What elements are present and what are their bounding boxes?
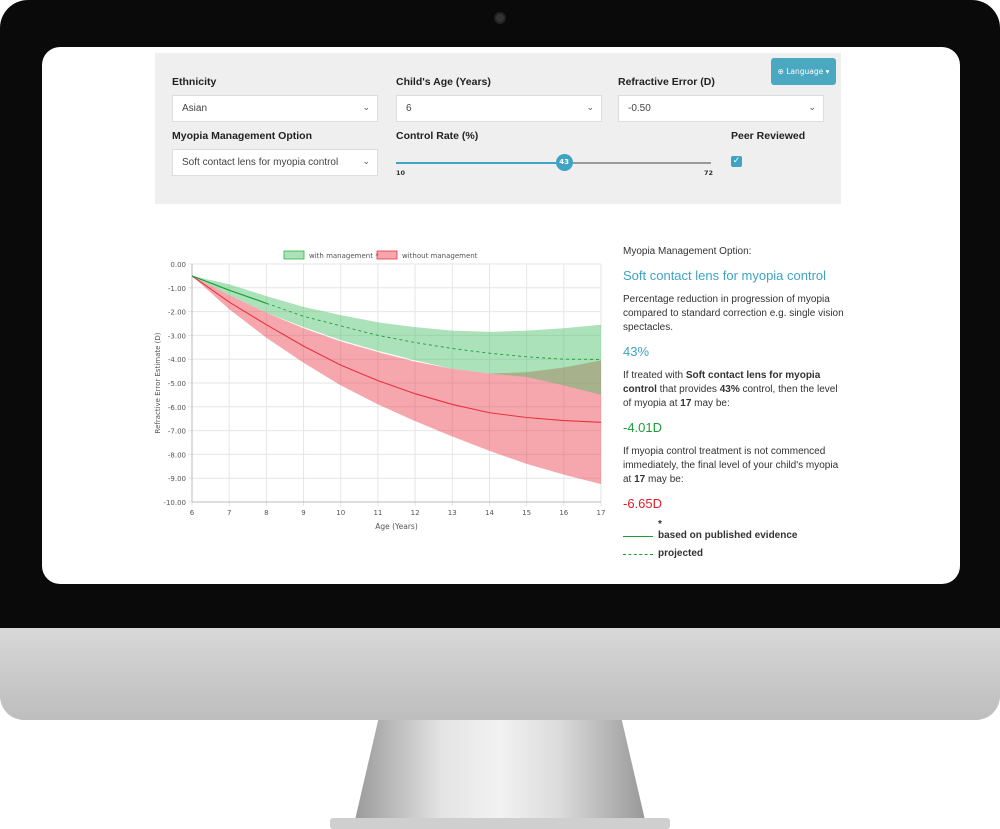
option-label: Myopia Management Option	[172, 130, 313, 142]
x-tick-label: 15	[522, 509, 531, 517]
ethnicity-select[interactable]: Asian ⌄	[172, 95, 378, 122]
y-axis-label: Refractive Error Estimate (D)	[154, 332, 162, 433]
screen: ⊕ Language ▾ Ethnicity Asian ⌄ Child's Ag…	[42, 47, 960, 584]
legend-star: *	[658, 519, 662, 530]
slider-thumb[interactable]: 43	[555, 154, 573, 171]
x-tick-label: 7	[227, 509, 231, 517]
legend-swatch	[376, 250, 398, 260]
age-select[interactable]: 6 ⌄	[396, 95, 602, 122]
monitor-chin	[0, 628, 1000, 720]
y-tick-label: -1.00	[168, 285, 186, 293]
option-description: Percentage reduction in progression of m…	[623, 294, 844, 333]
legend-label: without management	[402, 252, 478, 260]
refractive-label: Refractive Error (D)	[618, 76, 715, 88]
x-axis-label: Age (Years)	[375, 522, 418, 531]
control-rate-value: 43%	[623, 344, 650, 359]
x-tick-label: 11	[373, 509, 382, 517]
x-tick-label: 10	[336, 509, 345, 517]
monitor-stand	[355, 720, 645, 820]
y-tick-label: -10.00	[163, 499, 186, 507]
refraction-chart: 0.00 -1.00 -2.00 -3.00 -4.00 -5.00 -6.00 -7.00 -…	[154, 250, 606, 531]
language-button[interactable]: ⊕ Language ▾	[771, 58, 836, 85]
control-rate-label: Control Rate (%)	[396, 130, 479, 142]
calculator-form: ⊕ Language ▾ Ethnicity Asian ⌄ Child's Ag…	[155, 53, 841, 204]
y-tick-label: -6.00	[168, 404, 186, 412]
x-tick-label: 14	[485, 509, 494, 517]
with-management-text: If treated with Soft contact lens for my…	[623, 370, 838, 409]
option-name: Soft contact lens for myopia control	[623, 268, 827, 283]
x-tick-label: 9	[301, 509, 305, 517]
x-tick-label: 13	[448, 509, 457, 517]
slider-fill	[396, 162, 564, 164]
legend-swatch	[283, 250, 305, 260]
chevron-down-icon: ⌄	[362, 156, 370, 166]
option-heading: Myopia Management Option:	[623, 246, 752, 257]
camera	[494, 12, 506, 24]
without-management-text: If myopia control treatment is not comme…	[623, 446, 839, 485]
refractive-select[interactable]: -0.50 ⌄	[618, 95, 824, 122]
peer-reviewed-label: Peer Reviewed	[731, 130, 806, 142]
peer-reviewed-checkbox[interactable]: ✓	[731, 156, 742, 167]
legend-solid: based on published evidence	[623, 529, 848, 543]
chevron-down-icon: ⌄	[808, 102, 816, 112]
x-tick-label: 6	[190, 509, 195, 517]
y-tick-label: -4.00	[168, 356, 186, 364]
y-tick-label: -7.00	[168, 428, 186, 436]
y-tick-label: -5.00	[168, 380, 186, 388]
control-rate-slider[interactable]: 43	[396, 154, 711, 171]
x-tick-label: 12	[411, 509, 420, 517]
y-tick-label: -2.00	[168, 309, 186, 317]
y-tick-label: -9.00	[168, 475, 186, 483]
result-panel: Myopia Management Option: Soft contact l…	[623, 245, 848, 561]
y-tick-label: -3.00	[168, 332, 186, 340]
with-management-result: -4.01D	[623, 420, 663, 435]
y-tick-label: 0.00	[170, 261, 186, 269]
y-tick-label: -8.00	[168, 451, 186, 459]
x-tick-label: 16	[559, 509, 568, 517]
legend-dashed: projected	[623, 547, 848, 561]
x-tick-label: 8	[264, 509, 268, 517]
option-select[interactable]: Soft contact lens for myopia control ⌄	[172, 149, 378, 176]
slider-max: 72	[704, 169, 714, 177]
ethnicity-label: Ethnicity	[172, 76, 217, 88]
without-management-band	[192, 275, 601, 485]
legend-label: with management *	[309, 252, 379, 260]
globe-icon: ⊕	[777, 67, 787, 76]
x-tick-label: 17	[597, 509, 606, 517]
chevron-down-icon: ⌄	[362, 102, 370, 112]
chevron-down-icon: ⌄	[586, 102, 594, 112]
age-label: Child's Age (Years)	[396, 76, 491, 88]
slider-min: 10	[396, 169, 406, 177]
monitor-base	[330, 818, 670, 829]
without-management-result: -6.65D	[623, 496, 663, 511]
